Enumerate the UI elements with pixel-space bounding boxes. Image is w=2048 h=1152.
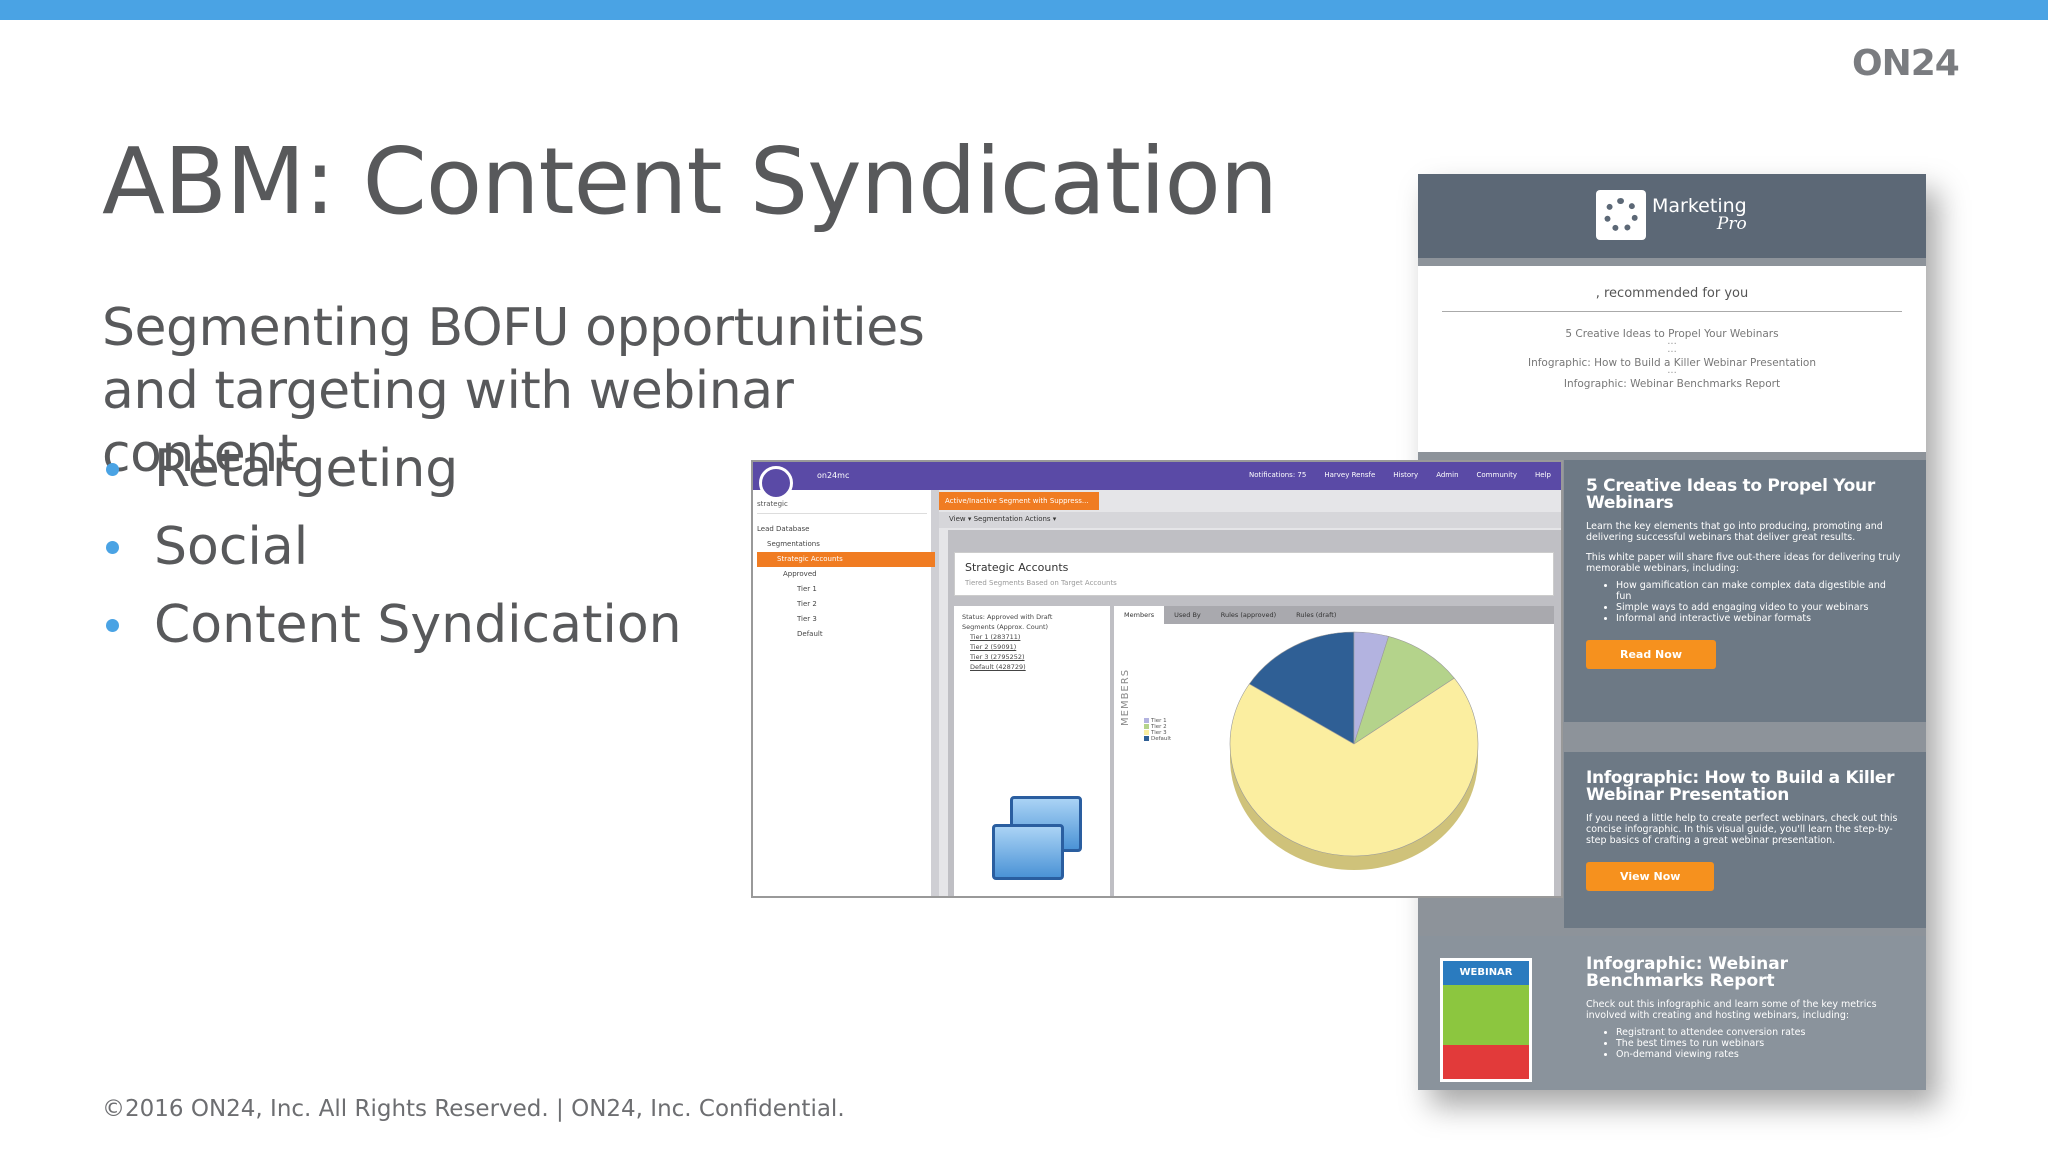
- bullet-dot-icon: [106, 619, 119, 632]
- slide-footer: ©2016 ON24, Inc. All Rights Reserved. | …: [102, 1096, 845, 1122]
- app-toolbar[interactable]: View ▾ Segmentation Actions ▾: [939, 512, 1561, 528]
- marketo-logo-icon[interactable]: [759, 466, 793, 500]
- on24-logo: ON24: [1852, 43, 1960, 84]
- segment-panel: Strategic Accounts Tiered Segments Based…: [948, 530, 1561, 896]
- bullet-text: Content Syndication: [154, 595, 682, 655]
- menu-admin[interactable]: Admin: [1436, 471, 1458, 479]
- tree-item[interactable]: Segmentations: [757, 537, 935, 552]
- marketing-pro-logo: Marketing Pro: [1596, 190, 1747, 240]
- slide-title: ABM: Content Syndication: [102, 128, 1278, 235]
- axis-label: MEMBERS: [1120, 668, 1131, 726]
- tree-item[interactable]: Default: [757, 627, 935, 642]
- view-now-button[interactable]: View Now: [1586, 862, 1715, 891]
- chart-tabs: Members Used By Rules (approved) Rules (…: [1114, 606, 1554, 624]
- sunburst-icon: [1596, 190, 1646, 240]
- marketo-screenshot: on24mc Notifications: 75 Harvey Rensfe H…: [751, 460, 1563, 898]
- tab-rules-approved[interactable]: Rules (approved): [1211, 606, 1286, 624]
- read-now-button[interactable]: Read Now: [1586, 640, 1716, 669]
- segment-subtitle: Tiered Segments Based on Target Accounts: [965, 579, 1117, 587]
- tab-rules-draft[interactable]: Rules (draft): [1286, 606, 1346, 624]
- segment-header: Strategic Accounts Tiered Segments Based…: [954, 552, 1554, 596]
- menu-community[interactable]: Community: [1477, 471, 1518, 479]
- content-card-2: Infographic: How to Build a Killer Webin…: [1564, 752, 1926, 928]
- bullet-item: Retargeting: [102, 434, 682, 512]
- card-text: Check out this infographic and learn som…: [1586, 999, 1877, 1021]
- bullet-item: Social: [102, 512, 682, 590]
- status-panel: Status: Approved with Draft Segments (Ap…: [954, 606, 1110, 896]
- card-list: How gamification can make complex data d…: [1616, 580, 1904, 624]
- tree-item[interactable]: Tier 1: [757, 582, 935, 597]
- tab-members[interactable]: Members: [1114, 606, 1165, 624]
- app-topbar: on24mc Notifications: 75 Harvey Rensfe H…: [753, 462, 1561, 490]
- tree-search-input[interactable]: strategic: [757, 500, 927, 514]
- bullet-dot-icon: [106, 463, 119, 476]
- menu-history[interactable]: History: [1393, 471, 1418, 479]
- bullet-item: Content Syndication: [102, 590, 682, 668]
- bullet-list: Retargeting Social Content Syndication: [102, 434, 682, 668]
- tree-item[interactable]: Tier 3: [757, 612, 935, 627]
- divider: [1442, 311, 1902, 312]
- brand-sub: Pro: [1716, 214, 1747, 234]
- menu-notifications[interactable]: Notifications: 75: [1249, 471, 1306, 479]
- infographic-thumbnail[interactable]: WEBINAR: [1440, 958, 1532, 1082]
- app-name: on24mc: [817, 471, 850, 480]
- card-title: Infographic: Webinar Benchmarks Report: [1586, 954, 1789, 991]
- recommended-heading: , recommended for you: [1595, 286, 1749, 301]
- members-chart-panel: Members Used By Rules (approved) Rules (…: [1114, 606, 1554, 896]
- tree-panel: strategic Lead Database Segmentations St…: [753, 490, 939, 896]
- bullet-dot-icon: [106, 541, 119, 554]
- menu-help[interactable]: Help: [1535, 471, 1551, 479]
- content-card-3: WEBINAR Infographic: Webinar Benchmarks …: [1418, 936, 1926, 1090]
- card-list: Registrant to attendee conversion rates …: [1616, 1027, 1906, 1060]
- email-header: Marketing Pro: [1418, 174, 1926, 258]
- tree-item[interactable]: Lead Database: [757, 522, 935, 537]
- chart-legend: Tier 1 Tier 2 Tier 3 Default: [1144, 718, 1171, 742]
- card-text: If you need a little help to create perf…: [1586, 813, 1898, 846]
- tab-used-by[interactable]: Used By: [1164, 606, 1211, 624]
- recommended-section: , recommended for you 5 Creative Ideas t…: [1418, 266, 1926, 452]
- card-title: 5 Creative Ideas to Propel Your Webinars: [1586, 476, 1875, 513]
- content-card-1: 5 Creative Ideas to Propel Your Webinars…: [1564, 460, 1926, 722]
- app-menu: Notifications: 75 Harvey Rensfe History …: [1249, 471, 1551, 479]
- rec-link[interactable]: Infographic: Webinar Benchmarks Report: [1418, 378, 1926, 391]
- card-text: Learn the key elements that go into prod…: [1586, 521, 1883, 543]
- segment-title: Strategic Accounts: [965, 561, 1069, 574]
- pie-chart: [1229, 631, 1479, 870]
- tree: Lead Database Segmentations Strategic Ac…: [757, 522, 935, 642]
- card-text: This white paper will share five out-the…: [1586, 552, 1901, 574]
- tree-item-selected[interactable]: Strategic Accounts: [757, 552, 935, 567]
- tree-item[interactable]: Approved: [757, 567, 935, 582]
- card-title: Infographic: How to Build a Killer Webin…: [1586, 768, 1895, 805]
- bullet-text: Retargeting: [154, 439, 459, 499]
- tree-item[interactable]: Tier 2: [757, 597, 935, 612]
- top-accent-bar: [0, 0, 2048, 20]
- bullet-text: Social: [154, 517, 309, 577]
- tab-segment[interactable]: Active/Inactive Segment with Suppress...: [939, 492, 1099, 510]
- legend-item: Default: [1144, 736, 1171, 742]
- menu-user[interactable]: Harvey Rensfe: [1324, 471, 1375, 479]
